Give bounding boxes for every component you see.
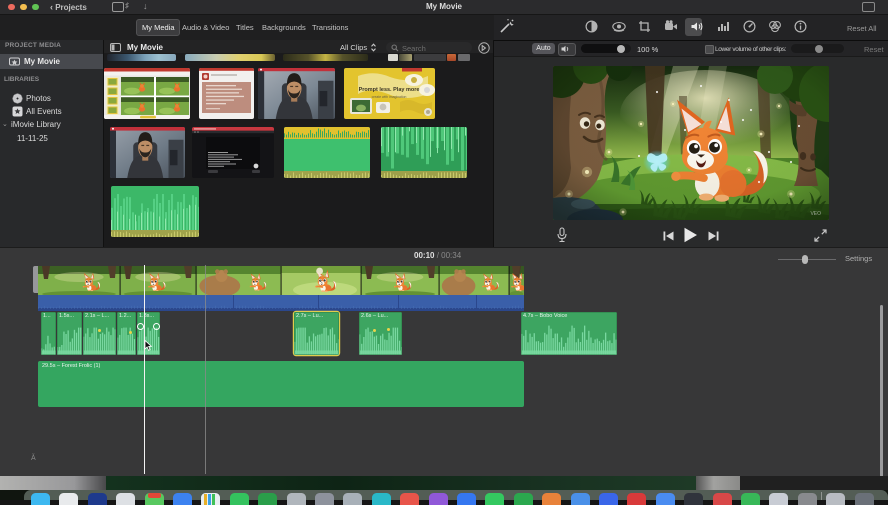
svg-text:VEO: VEO [810,211,821,217]
svg-text:create with imagination: create with imagination [372,95,407,99]
svg-text:Prompt less. Play more: Prompt less. Play more [359,87,420,93]
